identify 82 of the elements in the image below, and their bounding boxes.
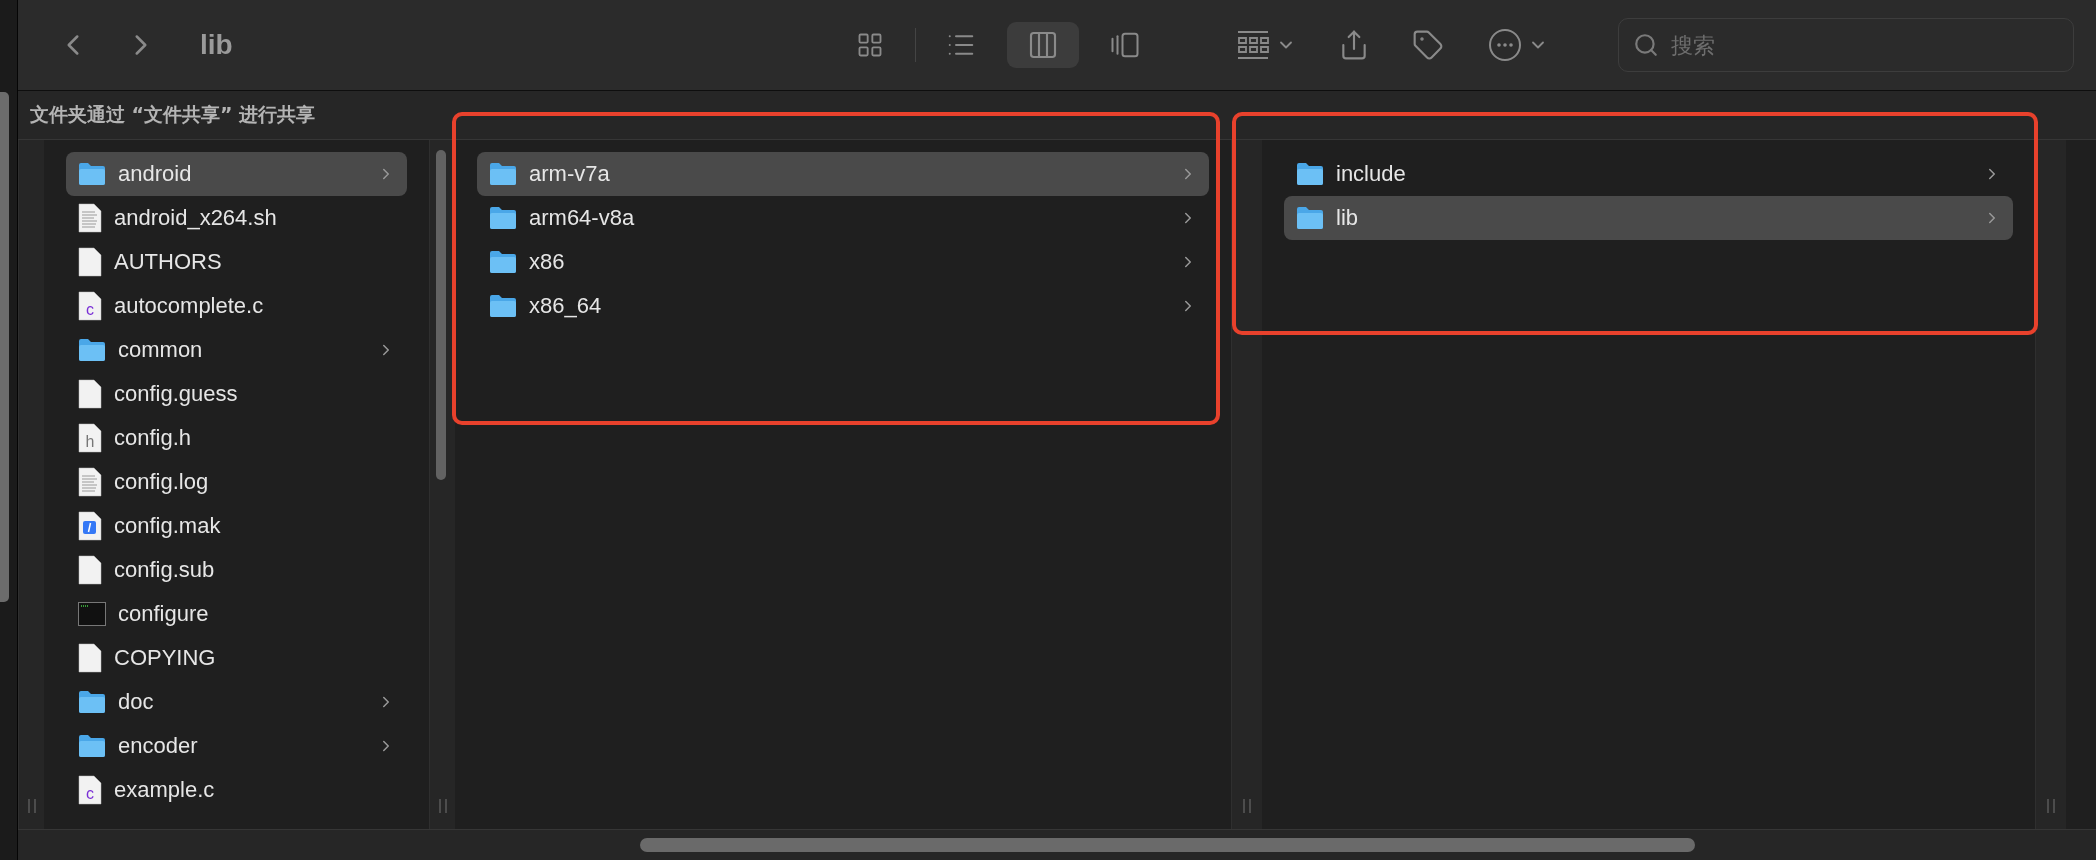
file-name: example.c [114,777,216,803]
file-name: config.h [114,425,193,451]
file-icon [78,555,102,585]
file-row[interactable]: config.guess [66,372,407,416]
resize-handle-icon[interactable] [1243,799,1251,813]
resize-handle-icon[interactable] [2047,799,2055,813]
file-row[interactable]: include [1284,152,2013,196]
file-name: lib [1336,205,1359,231]
file-name: config.guess [114,381,239,407]
source-file-icon: c [78,775,102,805]
folder-icon [489,294,517,318]
file-icon [78,643,102,673]
folder-icon [78,338,106,362]
ellipsis-circle-icon [1488,28,1522,62]
folder-icon [489,250,517,274]
file-name: x86 [529,249,566,275]
text-file-icon [78,203,102,233]
sharing-notice: 文件夹通过 “文件共享” 进行共享 [30,102,316,127]
folder-icon [489,162,517,186]
file-name: config.log [114,469,210,495]
file-name: x86_64 [529,293,603,319]
file-name: arm64-v8a [529,205,636,231]
file-row[interactable]: arm-v7a [477,152,1209,196]
folder-icon [78,690,106,714]
folder-title: lib [200,29,233,61]
file-row[interactable]: doc [66,680,407,724]
file-row[interactable]: config.mak [66,504,407,548]
file-name: common [118,337,204,363]
file-name: COPYING [114,645,217,671]
file-name: config.sub [114,557,216,583]
folder-icon [78,162,106,186]
search-box[interactable]: 搜索 [1618,18,2074,72]
terminal-icon [78,602,106,626]
scrollbar-thumb[interactable] [0,92,9,602]
grid-icon [1236,30,1270,60]
folder-icon [489,206,517,230]
file-row[interactable]: c example.c [66,768,407,812]
resize-handle-icon[interactable] [28,799,36,813]
file-name: configure [118,601,210,627]
file-name: config.mak [114,513,222,539]
file-row[interactable]: x86 [477,240,1209,284]
folder-icon [1296,206,1324,230]
file-name: autocomplete.c [114,293,265,319]
file-name: include [1336,161,1407,187]
file-name: android [118,161,193,187]
file-icon [78,379,102,409]
file-row[interactable]: configure [66,592,407,636]
text-file-icon [78,467,102,497]
search-icon [1633,32,1659,58]
file-row[interactable]: common [66,328,407,372]
file-row[interactable]: android_x264.sh [66,196,407,240]
file-row[interactable]: lib [1284,196,2013,240]
file-icon [78,511,102,541]
file-row[interactable]: COPYING [66,636,407,680]
tag-button[interactable] [1412,29,1444,61]
file-name: arm-v7a [529,161,611,187]
file-icon [78,247,102,277]
search-field[interactable]: 搜索 [1669,31,2059,59]
view-mode-button[interactable] [1007,22,1079,68]
grid-view-icon [856,31,884,59]
file-name: AUTHORS [114,249,223,275]
file-row[interactable]: android [66,152,407,196]
resize-handle-icon[interactable] [438,799,447,813]
gallery-view-icon [1110,30,1140,60]
scrollbar-thumb[interactable] [436,150,446,480]
file-row[interactable]: arm64-v8a [477,196,1209,240]
file-row[interactable]: x86_64 [477,284,1209,328]
file-name: doc [118,689,155,715]
source-file-icon: c [78,291,102,321]
file-row[interactable]: config.log [66,460,407,504]
file-row[interactable]: h config.h [66,416,407,460]
scrollbar-thumb[interactable] [640,838,1695,852]
file-row[interactable]: encoder [66,724,407,768]
folder-icon [78,734,106,758]
file-row[interactable]: c autocomplete.c [66,284,407,328]
file-name: encoder [118,733,199,759]
file-row[interactable]: config.sub [66,548,407,592]
source-file-icon: h [78,423,102,453]
file-row[interactable]: AUTHORS [66,240,407,284]
file-name: android_x264.sh [114,205,278,231]
columns-view-icon [1027,29,1059,61]
folder-icon [1296,162,1324,186]
